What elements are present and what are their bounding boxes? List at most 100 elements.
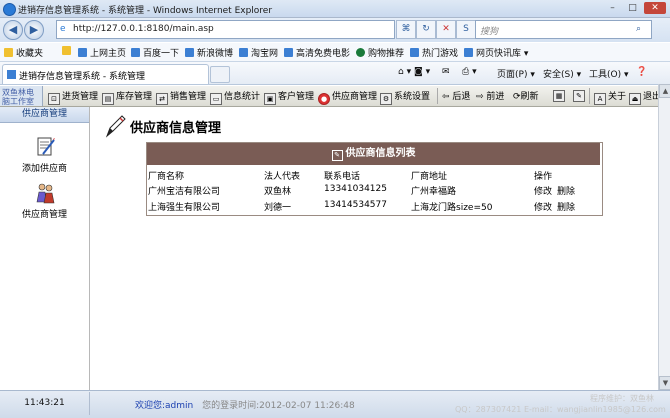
calendar-icon: ▦: [553, 90, 565, 102]
supplier-management-button[interactable]: ● 供应商管理: [318, 89, 377, 105]
supplier-icon: ●: [318, 93, 330, 105]
globe-icon: [356, 48, 365, 57]
back-button[interactable]: ◀: [3, 20, 23, 40]
sidebar-item-supplier-management[interactable]: 供应商管理: [0, 182, 89, 220]
help-icon: ❓: [636, 67, 648, 77]
compat-view-button[interactable]: ⌘: [396, 20, 416, 39]
sales-icon: ⇄: [156, 93, 168, 105]
ie-page-icon: [410, 48, 419, 57]
notes-icon: ✎: [573, 90, 585, 102]
welcome-message: 欢迎您:admin 您的登录时间:2012-02-07 11:26:48: [135, 398, 355, 411]
url-field[interactable]: e http://127.0.0.1:8180/main.asp: [56, 20, 395, 39]
chevron-down-icon: ▾: [523, 49, 529, 59]
print-button[interactable]: ⎙ ▾: [462, 67, 477, 77]
ie-page-icon: [185, 48, 194, 57]
people-icon: [36, 183, 54, 204]
scroll-down-button[interactable]: ▼: [659, 376, 670, 390]
stop-button[interactable]: ✕: [436, 20, 456, 39]
tab-bar: 进销存信息管理系统 - 系统管理 ⌂ ▾ ◙ ▾ ✉ ⎙ ▾ 页面(P) ▾ 安…: [0, 62, 670, 85]
purchase-management-button[interactable]: ⊡ 进货管理: [48, 89, 98, 105]
column-header-name: 厂商名称: [148, 172, 185, 182]
tools-menu[interactable]: 工具(O) ▾: [589, 67, 629, 80]
table-cell-rep: 刘德一: [264, 203, 292, 213]
app-back-button[interactable]: ⇦ 后退: [442, 89, 470, 103]
minimize-button[interactable]: –: [604, 2, 621, 14]
favorites-bar: 收藏夹 上网主页 百度一下 新浪微博 淘宝网 高清免费电影 购物推荐 热门游戏 …: [0, 43, 670, 62]
printer-icon: ⎙: [462, 67, 470, 77]
delete-link[interactable]: 删除: [557, 184, 575, 197]
arrow-left-icon: ⇦: [442, 92, 450, 102]
exit-button[interactable]: ⏏ 退出: [629, 89, 661, 105]
app-refresh-button[interactable]: ⟳刷新: [513, 89, 539, 103]
statistics-button[interactable]: ▭ 信息统计: [210, 89, 260, 105]
fav-link-5[interactable]: 高清免费电影: [284, 46, 350, 59]
close-button[interactable]: ✕: [644, 2, 666, 14]
table-cell-phone: 13414534577: [324, 200, 387, 210]
sales-management-button[interactable]: ⇄ 销售管理: [156, 89, 206, 105]
settings-icon: ⚙: [380, 93, 392, 105]
table-cell-address: 上海龙门路size=50: [411, 203, 493, 213]
mail-button[interactable]: ✉: [442, 67, 450, 77]
arrow-right-icon: ▶: [29, 23, 39, 36]
edit-link[interactable]: 修改: [534, 200, 552, 213]
column-header-actions: 操作: [534, 172, 553, 182]
app-forward-button[interactable]: ⇨ 前进: [476, 89, 504, 103]
exit-icon: ⏏: [629, 93, 641, 105]
maximize-button[interactable]: □: [624, 2, 641, 14]
fav-link-7[interactable]: 热门游戏: [410, 46, 458, 59]
search-provider-button[interactable]: S: [456, 20, 476, 39]
edit-link[interactable]: 修改: [534, 184, 552, 197]
customer-icon: ▣: [264, 93, 276, 105]
fav-link-1[interactable]: 上网主页: [78, 46, 126, 59]
mail-icon: ✉: [442, 67, 450, 77]
customer-management-button[interactable]: ▣ 客户管理: [264, 89, 314, 105]
inventory-icon: ▤: [102, 93, 114, 105]
fav-link-8[interactable]: 网页快讯库 ▾: [464, 46, 528, 59]
feeds-button[interactable]: ◙ ▾: [414, 67, 430, 77]
fav-link-2[interactable]: 百度一下: [131, 46, 179, 59]
search-placeholder: 搜狗: [480, 27, 499, 37]
sidebar-item-add-supplier[interactable]: 添加供应商: [0, 136, 89, 174]
inventory-management-button[interactable]: ▤ 库存管理: [102, 89, 152, 105]
safety-menu[interactable]: 安全(S) ▾: [543, 67, 581, 80]
window-title: 进销存信息管理系统 - 系统管理 - Windows Internet Expl…: [18, 6, 273, 16]
column-header-rep: 法人代表: [264, 172, 301, 182]
username: admin: [165, 401, 194, 411]
tab-current[interactable]: 进销存信息管理系统 - 系统管理: [2, 64, 209, 84]
calendar-button[interactable]: ▦: [553, 89, 567, 103]
system-settings-button[interactable]: ⚙ 系统设置: [380, 89, 430, 105]
table-cell-name: 广州宝洁有限公司: [148, 187, 221, 197]
home-button[interactable]: ⌂ ▾: [398, 67, 411, 77]
search-input[interactable]: 搜狗 ⌕: [475, 20, 652, 39]
fav-link-3[interactable]: 新浪微博: [185, 46, 233, 59]
fav-link-4[interactable]: 淘宝网: [239, 46, 278, 59]
login-time: 您的登录时间:2012-02-07 11:26:48: [202, 401, 355, 411]
window-title-bar: 进销存信息管理系统 - 系统管理 - Windows Internet Expl…: [0, 0, 670, 18]
vertical-scrollbar[interactable]: ▲ ▼: [658, 84, 670, 390]
refresh-button[interactable]: ↻: [416, 20, 436, 39]
help-button[interactable]: ❓: [636, 67, 647, 77]
ie-page-icon: [131, 48, 140, 57]
favorites-button[interactable]: 收藏夹: [4, 46, 43, 59]
search-icon[interactable]: ⌕: [636, 24, 641, 34]
about-button[interactable]: A 关于: [594, 89, 626, 105]
about-icon: A: [594, 93, 606, 105]
forward-button[interactable]: ▶: [24, 20, 44, 40]
scroll-up-button[interactable]: ▲: [659, 84, 670, 98]
purchase-icon: ⊡: [48, 93, 60, 105]
new-tab-button[interactable]: [210, 66, 230, 83]
studio-logo: 双鱼林电 脑工作室: [0, 86, 43, 106]
add-favorite-button[interactable]: [62, 46, 74, 57]
fav-link-6[interactable]: 购物推荐: [356, 46, 404, 59]
supplier-list-title: 供应商信息列表: [345, 148, 416, 159]
ie-page-icon: [464, 48, 473, 57]
delete-link[interactable]: 删除: [557, 200, 575, 213]
tab-label: 进销存信息管理系统 - 系统管理: [19, 72, 145, 82]
notes-button[interactable]: ✎: [573, 89, 587, 103]
refresh-icon: ⟳: [513, 92, 521, 102]
toolbar-separator: [589, 88, 590, 104]
table-cell-name: 上海强生有限公司: [148, 203, 221, 213]
page-menu[interactable]: 页面(P) ▾: [497, 67, 535, 80]
sidebar-header: 供应商管理: [0, 107, 89, 123]
home-icon: ⌂: [398, 67, 404, 77]
